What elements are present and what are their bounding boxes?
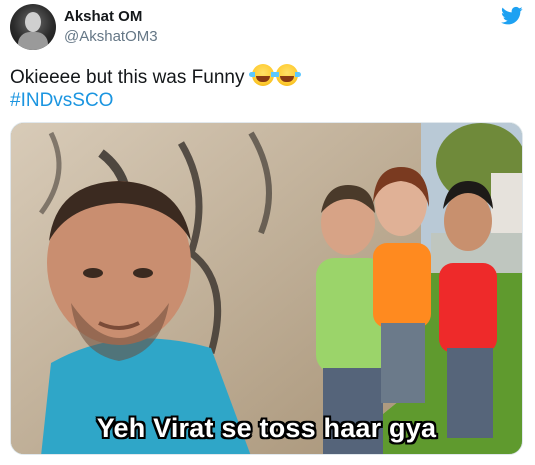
tweet-text: Okieeee but this was Funny <box>10 64 301 89</box>
twitter-bird-icon[interactable] <box>501 6 523 26</box>
meme-caption: Yeh Virat se toss haar gya <box>96 413 437 443</box>
tweet-body: Okieeee but this was Funny <box>10 67 245 88</box>
tweet-media-image[interactable]: Yeh Virat se toss haar gya <box>10 122 523 455</box>
user-handle[interactable]: @AkshatOM3 <box>64 28 158 45</box>
tweet-card: Akshat OM @AkshatOM3 Okieeee but this wa… <box>0 0 535 465</box>
laughing-tears-icon <box>272 64 301 86</box>
display-name[interactable]: Akshat OM <box>64 8 142 25</box>
hashtag-link[interactable]: #INDvsSCO <box>10 90 113 112</box>
laughing-tears-icon <box>248 64 277 86</box>
meme-picture <box>11 123 522 454</box>
avatar[interactable] <box>10 4 56 50</box>
